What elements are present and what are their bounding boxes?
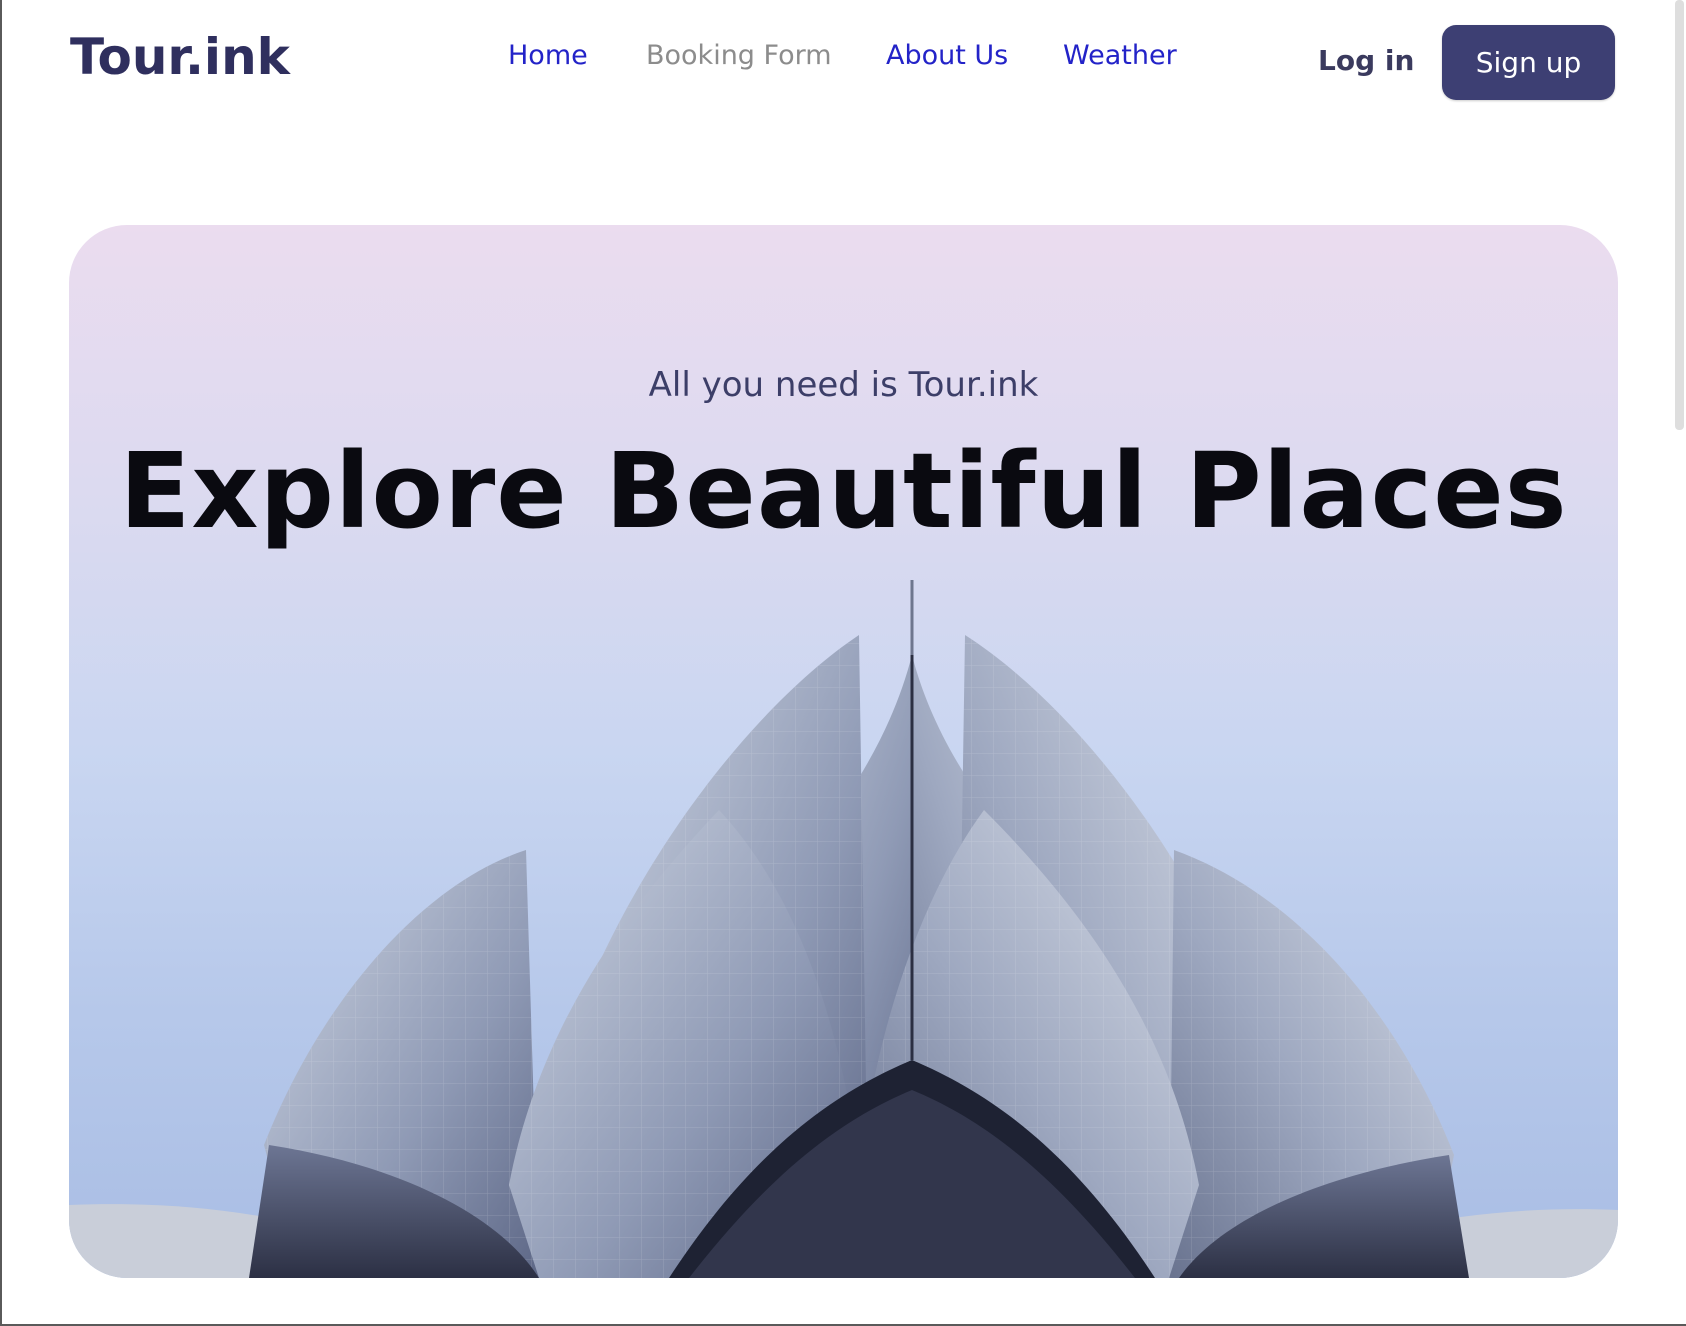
signup-button[interactable]: Sign up — [1442, 25, 1615, 100]
hero-title: Explore Beautiful Places — [119, 430, 1568, 552]
hero-subtitle: All you need is Tour.ink — [648, 365, 1039, 405]
nav-item-booking-form[interactable]: Booking Form — [646, 40, 832, 71]
nav-item-home[interactable]: Home — [508, 40, 588, 71]
scrollbar-thumb[interactable] — [1675, 0, 1684, 430]
nav-item-about-us[interactable]: About Us — [886, 40, 1008, 71]
hero-banner: All you need is Tour.ink Explore Beautif… — [69, 225, 1618, 1278]
page: Tour.ink Home Booking Form About Us Weat… — [0, 0, 1686, 1326]
logo[interactable]: Tour.ink — [70, 28, 290, 86]
scrollbar[interactable] — [1672, 0, 1686, 1320]
nav-item-weather[interactable]: Weather — [1063, 40, 1177, 71]
login-link[interactable]: Log in — [1318, 44, 1414, 77]
